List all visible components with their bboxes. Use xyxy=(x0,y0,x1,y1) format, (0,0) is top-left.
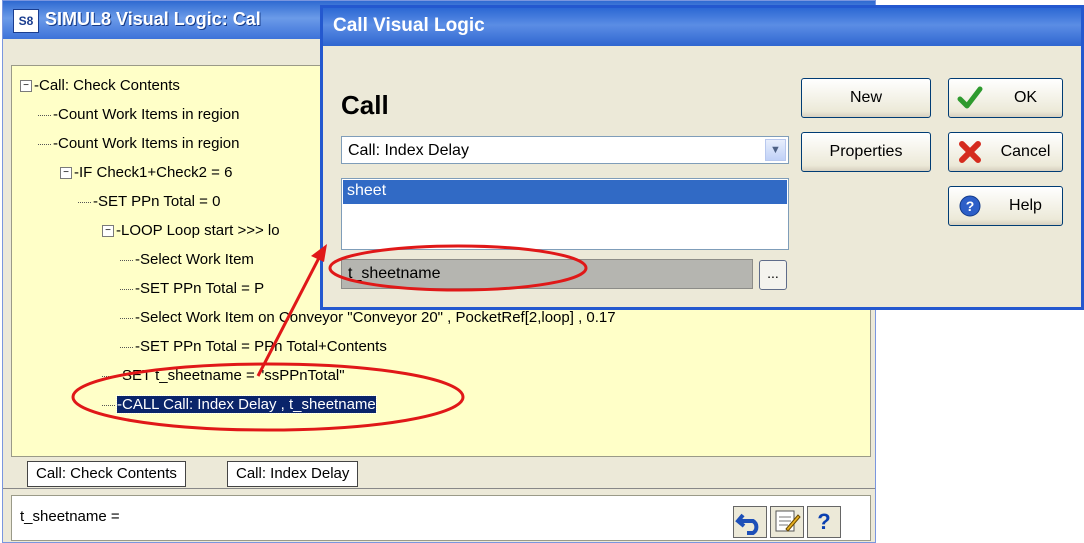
tree-node[interactable]: -Select Work Item on Conveyor "Conveyor … xyxy=(120,308,616,327)
tree-connector xyxy=(102,404,115,406)
undo-icon xyxy=(735,513,759,535)
undo-button[interactable] xyxy=(733,506,767,538)
status-text: t_sheetname = xyxy=(20,508,120,525)
tree-node[interactable]: -SET t_sheetname = "ssPPnTotal" xyxy=(102,366,345,385)
simul8-app-icon: S8 xyxy=(13,9,39,33)
svg-text:?: ? xyxy=(966,198,975,214)
ok-button[interactable]: OK xyxy=(948,78,1063,118)
help-button[interactable]: ? Help xyxy=(948,186,1063,226)
collapse-icon[interactable]: − xyxy=(20,80,32,93)
call-select-value: Call: Index Delay xyxy=(348,142,469,159)
tree-node[interactable]: -SET PPn Total = 0 xyxy=(78,192,220,211)
call-select[interactable]: Call: Index Delay ▼ xyxy=(341,136,789,164)
parameter-list[interactable]: sheet xyxy=(341,178,789,250)
dialog-heading: Call xyxy=(341,90,389,120)
parameter-item[interactable]: sheet xyxy=(343,180,787,204)
tree-connector xyxy=(38,114,51,116)
notepad-edit-icon xyxy=(775,510,801,532)
dialog-titlebar[interactable]: Call Visual Logic xyxy=(323,8,1081,46)
tree-node[interactable]: -SET PPn Total = P xyxy=(120,279,264,298)
window-title: SIMUL8 Visual Logic: Cal xyxy=(45,9,261,29)
tree-node[interactable]: -SET PPn Total = PPn Total+Contents xyxy=(120,337,387,356)
cancel-button[interactable]: Cancel xyxy=(948,132,1063,172)
tree-node[interactable]: − -LOOP Loop start >>> lo xyxy=(102,221,280,240)
tree-node[interactable]: -Count Work Items in region xyxy=(38,105,239,124)
help-icon: ? xyxy=(959,195,981,217)
tree-node[interactable]: − -IF Check1+Check2 = 6 xyxy=(60,163,232,182)
tree-connector xyxy=(102,375,115,377)
tab-index-delay[interactable]: Call: Index Delay xyxy=(227,461,359,487)
tree-connector xyxy=(38,143,51,145)
tree-node[interactable]: -Select Work Item xyxy=(120,250,254,269)
parameter-value-field[interactable]: t_sheetname xyxy=(341,259,753,289)
tree-connector xyxy=(78,201,91,203)
tab-check-contents[interactable]: Call: Check Contents xyxy=(27,461,186,487)
edit-button[interactable] xyxy=(770,506,804,538)
tree-node[interactable]: − -Call: Check Contents xyxy=(20,76,180,95)
checkmark-icon xyxy=(957,86,983,109)
tree-node[interactable]: -Count Work Items in region xyxy=(38,134,239,153)
dialog-title: Call Visual Logic xyxy=(333,15,485,36)
call-visual-logic-dialog: Call Visual Logic Call Call: Index Delay… xyxy=(320,5,1084,310)
tree-connector xyxy=(120,317,133,319)
close-icon xyxy=(959,141,981,163)
properties-button[interactable]: Properties xyxy=(801,132,931,172)
browse-button[interactable]: ... xyxy=(759,260,787,290)
tree-connector xyxy=(120,259,133,261)
help-question-button[interactable]: ? xyxy=(807,506,841,538)
tree-node-selected[interactable]: -CALL Call: Index Delay , t_sheetname xyxy=(102,395,377,414)
divider xyxy=(3,488,875,489)
collapse-icon[interactable]: − xyxy=(102,225,114,238)
collapse-icon[interactable]: − xyxy=(60,167,72,180)
new-button[interactable]: New xyxy=(801,78,931,118)
chevron-down-icon[interactable]: ▼ xyxy=(765,139,786,161)
tree-connector xyxy=(120,288,133,290)
tree-connector xyxy=(120,346,133,348)
